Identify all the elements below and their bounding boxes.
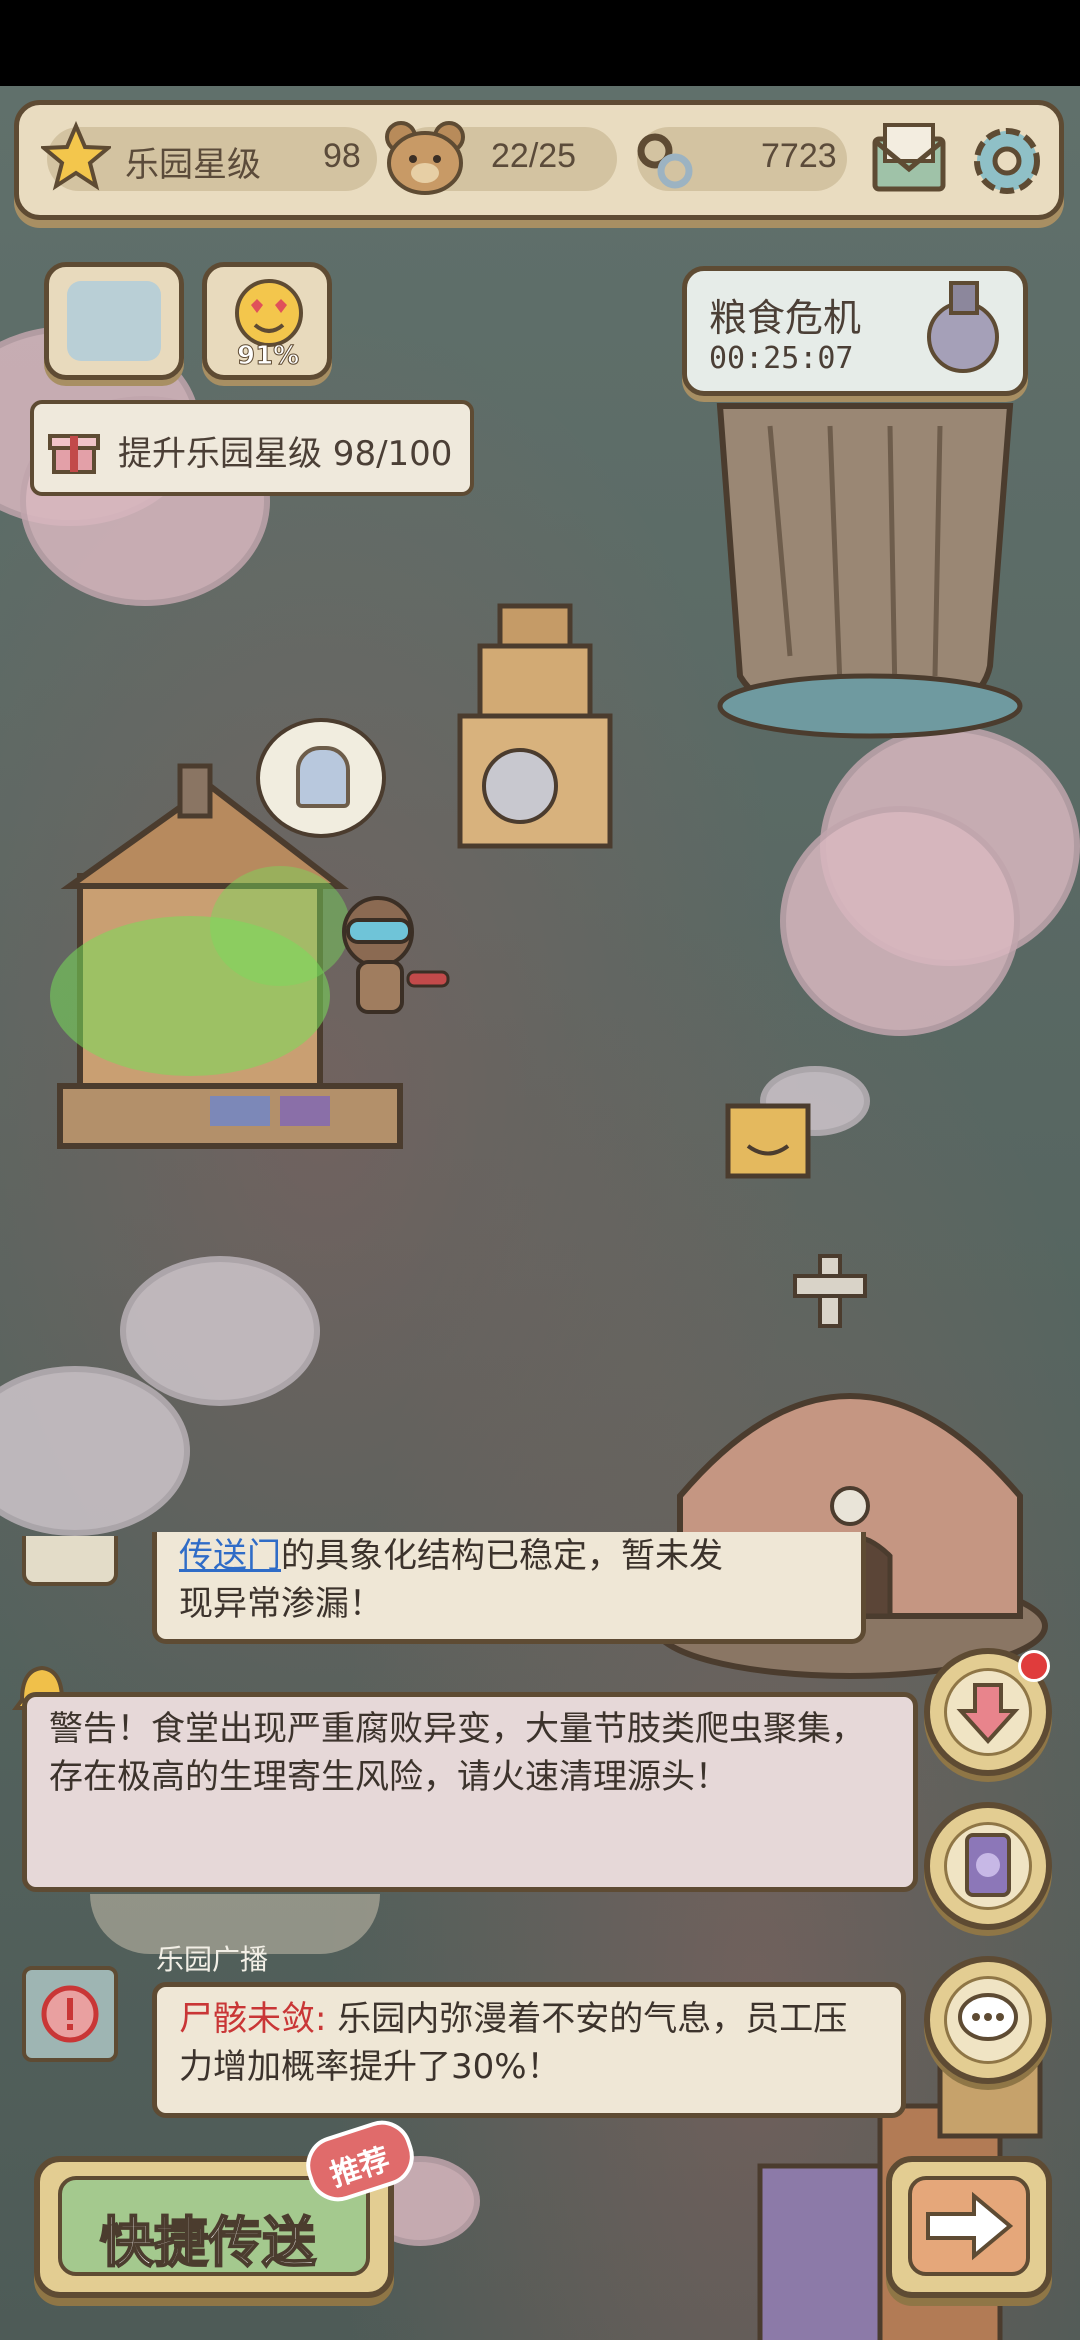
portal-card-icon [944, 1822, 1032, 1910]
chain-icon [637, 133, 693, 189]
park-star-label: 乐园星级 [125, 146, 261, 184]
event-title: 粮食危机 [709, 296, 862, 340]
chat-message-portal: 传送门的具象化结构已稳定，暂未发 现异常渗漏！ [152, 1532, 866, 1644]
status-bar [0, 0, 1080, 86]
next-button[interactable] [886, 2156, 1052, 2298]
event-panel[interactable]: 粮食危机 00:25:07 [682, 266, 1028, 396]
currency-value: 7723 [761, 137, 837, 175]
goal-banner[interactable]: 提升乐园星级 98/100 [30, 400, 474, 496]
warning-text: 警告！食堂出现严重腐败异变，大量节肢类爬虫聚集，存在极高的生理寄生风险，请火速清… [49, 1709, 865, 1797]
right-arrow-icon [908, 2176, 1030, 2276]
staff-pill[interactable]: 22/25 [385, 121, 617, 195]
alert-avatar [22, 1966, 118, 2062]
alert-message: 尸骸未敛: 乐园内弥漫着不安的气息，员工压力增加概率提升了30%！ [152, 1982, 906, 2118]
cloud [780, 806, 1020, 1036]
currency-pill[interactable]: 7723 [637, 127, 847, 191]
recommend-tag: 推荐 [326, 2141, 395, 2194]
star-icon [41, 121, 111, 191]
broadcast-label: 乐园广播 [156, 1943, 269, 1976]
cloud [120, 1256, 320, 1406]
gear-icon[interactable] [965, 119, 1049, 203]
sender-avatar [22, 1536, 118, 1586]
heart-eyes-face-icon [235, 279, 303, 347]
portal-card-button[interactable] [924, 1802, 1052, 1930]
smiley-box[interactable] [718, 1086, 818, 1186]
building-speech-bubble[interactable] [256, 718, 386, 838]
mail-icon[interactable] [869, 119, 949, 199]
notification-dot [1018, 1650, 1050, 1682]
rock-pillar-island[interactable] [680, 366, 1040, 766]
happiness-button[interactable]: 91% [202, 262, 332, 380]
chat-bubble-icon [944, 1976, 1032, 2064]
gift-icon [48, 434, 100, 474]
park-star-pill[interactable]: 乐园星级 98 [41, 121, 377, 191]
portal-message-text: 的具象化结构已稳定，暂未发 [281, 1536, 723, 1576]
goal-text: 提升乐园星级 98/100 [118, 434, 453, 474]
crate-with-cat[interactable] [420, 586, 620, 926]
event-timer: 00:25:07 [709, 341, 854, 376]
down-arrow-icon [944, 1668, 1032, 1756]
machine-icon [927, 281, 999, 373]
portal-link[interactable]: 传送门 [179, 1536, 281, 1576]
scroll-down-button[interactable] [924, 1648, 1052, 1776]
bear-icon [385, 121, 465, 195]
quest-scroll-button[interactable] [44, 262, 184, 380]
portal-icon [296, 746, 350, 808]
chat-button[interactable] [924, 1956, 1052, 2084]
quick-teleport-label: 快捷传送 [99, 2210, 317, 2275]
alert-icon [41, 1985, 99, 2043]
staff-count: 22/25 [491, 137, 577, 175]
portal-message-text-line2: 现异常渗漏！ [179, 1584, 383, 1624]
happiness-percent: 91% [236, 341, 300, 372]
resource-bar: 乐园星级 98 22/25 7723 [14, 100, 1064, 220]
scroll-icon [67, 281, 161, 361]
alert-tag: 尸骸未敛: [179, 1999, 327, 2039]
park-star-value: 98 [323, 137, 361, 175]
warning-message: 警告！食堂出现严重腐败异变，大量节肢类爬虫聚集，存在极高的生理寄生风险，请火速清… [22, 1692, 918, 1892]
